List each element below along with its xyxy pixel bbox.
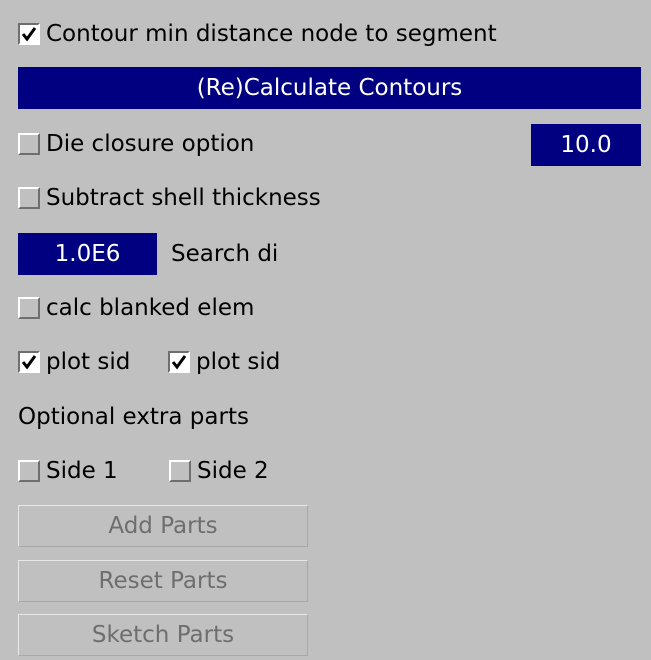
- optional-extra-parts-heading: Optional extra parts: [18, 404, 249, 430]
- die-closure-value-input[interactable]: 10.0: [531, 124, 641, 166]
- plot-side-2-row: plot sid: [168, 342, 280, 382]
- die-closure-checkbox[interactable]: [18, 133, 40, 155]
- search-distance-label: Search di: [171, 241, 279, 267]
- recalculate-contours-button[interactable]: (Re)Calculate Contours: [18, 67, 641, 109]
- side-1-checkbox[interactable]: [18, 460, 40, 482]
- reset-parts-button[interactable]: Reset Parts: [18, 560, 308, 602]
- checkmark-icon: [21, 355, 37, 370]
- contour-min-distance-label: Contour min distance node to segment: [46, 21, 497, 47]
- plot-side-1-checkbox[interactable]: [18, 351, 40, 373]
- die-closure-row: Die closure option: [18, 124, 254, 164]
- plot-side-2-checkbox[interactable]: [168, 351, 190, 373]
- side-2-row: Side 2: [169, 451, 269, 491]
- contour-min-distance-row: Contour min distance node to segment: [18, 14, 497, 54]
- checkmark-icon: [21, 27, 37, 42]
- side-2-checkbox[interactable]: [169, 460, 191, 482]
- subtract-shell-checkbox[interactable]: [18, 187, 40, 209]
- plot-side-2-label: plot sid: [196, 349, 281, 375]
- calc-blanked-row: calc blanked elem: [18, 288, 254, 328]
- die-closure-label: Die closure option: [46, 131, 255, 157]
- contour-min-distance-checkbox[interactable]: [18, 23, 40, 45]
- plot-side-1-label: plot sid: [46, 349, 131, 375]
- calc-blanked-label: calc blanked elem: [46, 295, 255, 321]
- sketch-parts-button[interactable]: Sketch Parts: [18, 614, 308, 656]
- search-distance-input[interactable]: 1.0E6: [18, 233, 157, 275]
- search-distance-label-row: Search di: [171, 234, 278, 274]
- optional-extra-parts-row: Optional extra parts: [18, 397, 249, 437]
- calc-blanked-checkbox[interactable]: [18, 297, 40, 319]
- side-1-label: Side 1: [46, 458, 118, 484]
- add-parts-button[interactable]: Add Parts: [18, 505, 308, 547]
- plot-side-1-row: plot sid: [18, 342, 130, 382]
- checkmark-icon: [171, 355, 187, 370]
- side-1-row: Side 1: [18, 451, 118, 491]
- subtract-shell-label: Subtract shell thickness: [46, 185, 321, 211]
- subtract-shell-row: Subtract shell thickness: [18, 178, 321, 218]
- side-2-label: Side 2: [197, 458, 269, 484]
